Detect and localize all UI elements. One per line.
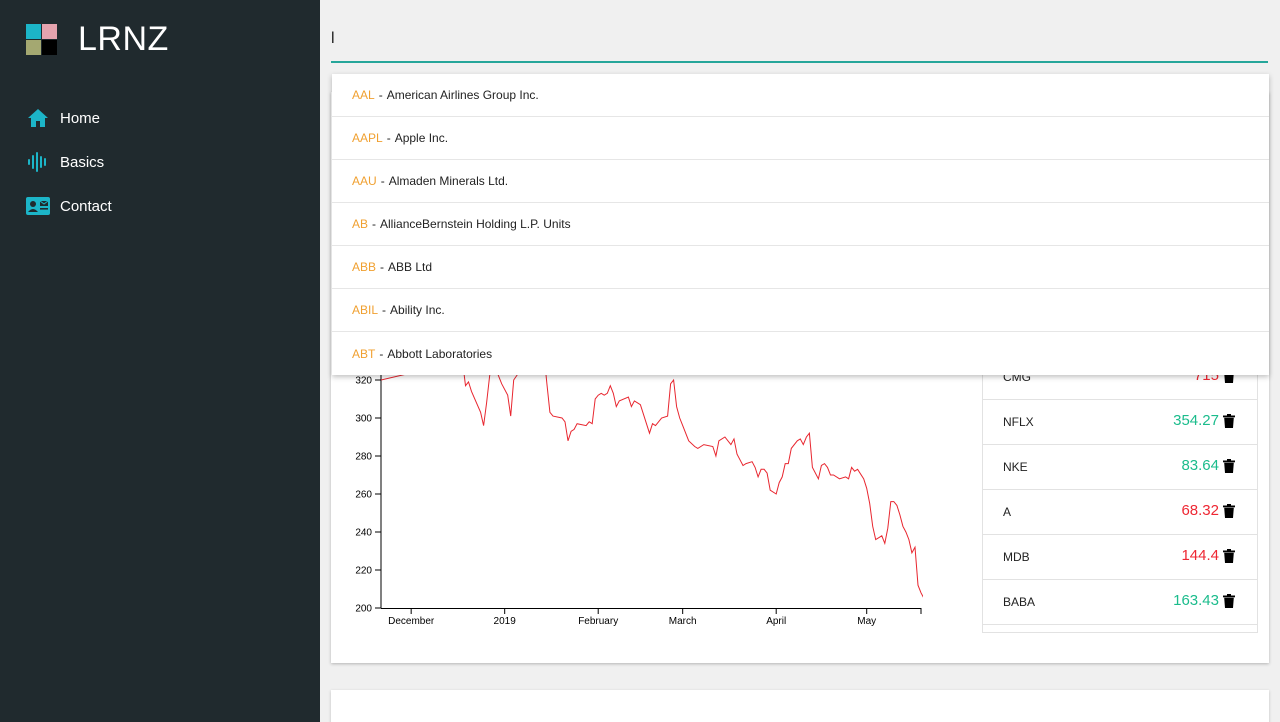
x-tick-label: April	[766, 616, 786, 627]
secondary-card	[331, 690, 1269, 722]
suggestion-item[interactable]: AAL - American Airlines Group Inc.	[332, 74, 1269, 117]
suggestion-item[interactable]: AAU - Almaden Minerals Ltd.	[332, 160, 1269, 203]
suggestion-symbol: ABT	[352, 346, 376, 361]
suggestion-separator: -	[382, 303, 387, 317]
suggestion-symbol: AAL	[352, 88, 375, 102]
trash-icon[interactable]	[1223, 414, 1235, 428]
suggestion-separator: -	[386, 131, 391, 145]
watchlist-row[interactable]: BABA 163.43	[983, 580, 1257, 625]
trash-icon[interactable]	[1223, 504, 1235, 518]
suggestion-item[interactable]: AAPL - Apple Inc.	[332, 117, 1269, 160]
watchlist-symbol: BABA	[1003, 595, 1036, 609]
suggestion-separator: -	[378, 88, 383, 102]
sidebar-item-label: Contact	[60, 197, 112, 215]
waveform-icon	[26, 150, 50, 174]
suggestion-name: Ability Inc.	[390, 303, 445, 317]
watchlist-symbol: MDB	[1003, 550, 1030, 564]
y-tick-label: 200	[355, 604, 372, 615]
search-input[interactable]	[331, 20, 1268, 58]
suggestion-symbol: ABB	[352, 260, 377, 274]
watchlist-symbol: NFLX	[1003, 415, 1034, 429]
suggestion-name: American Airlines Group Inc.	[386, 88, 539, 102]
y-tick-label: 220	[355, 566, 372, 577]
x-tick-label: May	[857, 616, 876, 627]
watchlist-row[interactable]: NFLX 354.27	[983, 400, 1257, 445]
brand[interactable]: LRNZ	[26, 20, 169, 59]
y-tick-label: 320	[355, 376, 372, 387]
suggestion-name: AllianceBernstein Holding L.P. Units	[380, 217, 571, 231]
suggestion-name: Abbott Laboratories	[387, 346, 493, 361]
suggestion-item[interactable]: ABT - Abbott Laboratories	[332, 332, 1269, 375]
watchlist: CMG 715 NFLX 354.27 NKE 83.64 A 68.32 MDB 144.4 BA…	[982, 355, 1258, 633]
search-suggestions: AAL - American Airlines Group Inc. AAPL - App…	[332, 74, 1269, 375]
watchlist-row[interactable]: MDB 144.4	[983, 535, 1257, 580]
x-tick-label: December	[388, 616, 435, 627]
suggestion-separator: -	[372, 217, 377, 231]
sidebar-item-contact[interactable]: Contact	[26, 184, 112, 228]
watchlist-symbol: NKE	[1003, 460, 1028, 474]
home-icon	[26, 106, 50, 130]
watchlist-price: 163.43	[1173, 592, 1219, 609]
watchlist-price: 144.4	[1181, 547, 1219, 564]
y-tick-label: 260	[355, 490, 372, 501]
suggestion-separator: -	[379, 346, 384, 361]
suggestion-name: Apple Inc.	[394, 131, 449, 145]
suggestion-symbol: AB	[352, 217, 369, 231]
suggestion-symbol: ABIL	[352, 303, 379, 317]
sidebar-item-basics[interactable]: Basics	[26, 140, 112, 184]
watchlist-row[interactable]: NKE 83.64	[983, 445, 1257, 490]
suggestion-name: ABB Ltd	[388, 260, 433, 274]
suggestion-symbol: AAU	[352, 174, 377, 188]
x-tick-label: 2019	[494, 616, 517, 627]
sidebar-item-label: Basics	[60, 153, 105, 171]
watchlist-price: 83.64	[1181, 457, 1219, 474]
trash-icon[interactable]	[1223, 594, 1235, 608]
trash-icon[interactable]	[1223, 459, 1235, 473]
watchlist-symbol: A	[1003, 505, 1012, 519]
trash-icon[interactable]	[1223, 549, 1235, 563]
logo-icon	[26, 23, 58, 56]
x-tick-label: February	[578, 616, 618, 627]
contact-card-icon	[26, 194, 50, 218]
watchlist-price: 68.32	[1181, 502, 1219, 519]
suggestion-item[interactable]: ABB - ABB Ltd	[332, 246, 1269, 289]
x-tick-label: March	[669, 616, 697, 627]
watchlist-price: 354.27	[1173, 412, 1219, 429]
y-tick-label: 240	[355, 528, 372, 539]
y-tick-label: 300	[355, 414, 372, 425]
suggestion-separator: -	[380, 260, 385, 274]
suggestion-symbol: AAPL	[352, 131, 383, 145]
suggestion-name: Almaden Minerals Ltd.	[388, 174, 509, 188]
app-name: LRNZ	[78, 20, 169, 58]
y-tick-label: 280	[355, 452, 372, 463]
sidebar-nav: Home Basics Contact	[26, 96, 112, 228]
sidebar-item-label: Home	[60, 109, 101, 127]
watchlist-row[interactable]: A 68.32	[983, 490, 1257, 535]
search-bar	[331, 20, 1268, 63]
price-series-line	[381, 352, 923, 598]
suggestion-item[interactable]: ABIL - Ability Inc.	[332, 289, 1269, 332]
sidebar-item-home[interactable]: Home	[26, 96, 112, 140]
suggestion-separator: -	[380, 174, 385, 188]
suggestion-item[interactable]: AB - AllianceBernstein Holding L.P. Units	[332, 203, 1269, 246]
sidebar: LRNZ Home Basics Contact	[0, 0, 320, 722]
